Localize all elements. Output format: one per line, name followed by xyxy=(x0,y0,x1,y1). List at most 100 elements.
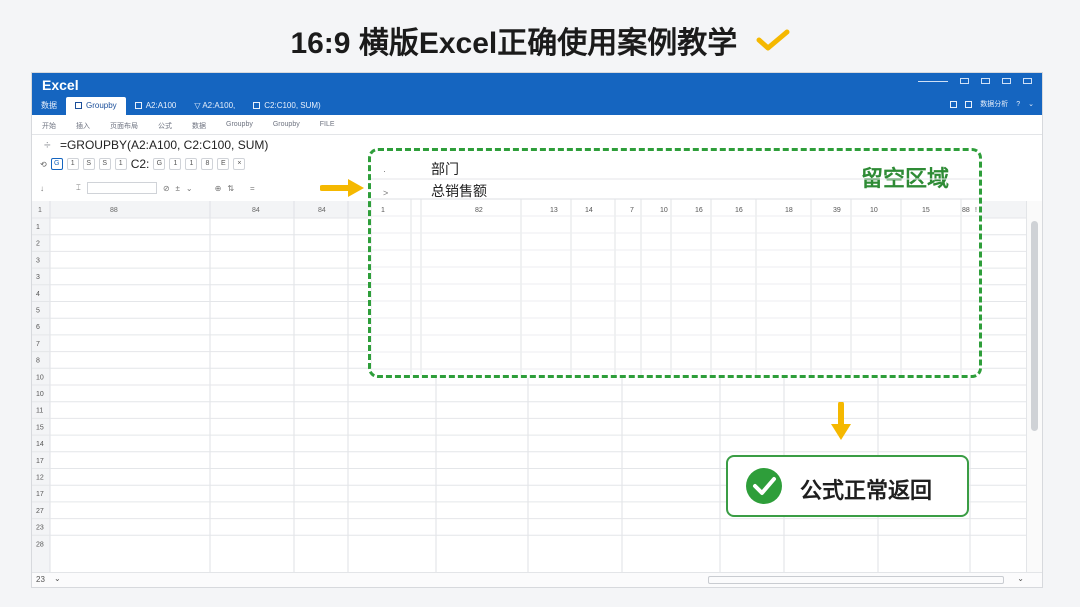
paint-icon[interactable]: ⊕ xyxy=(215,184,222,193)
tb-button[interactable]: S xyxy=(82,158,95,170)
column-header[interactable]: ! xyxy=(975,207,977,214)
arrow-down-icon[interactable]: ↓ xyxy=(40,184,44,193)
maximize-button[interactable] xyxy=(1002,78,1011,84)
column-header[interactable]: 84 xyxy=(318,207,326,214)
column-header[interactable]: 88 xyxy=(110,207,118,214)
tb-button[interactable]: 1 xyxy=(114,158,127,170)
column-header[interactable]: 1 xyxy=(381,207,385,214)
row-header[interactable]: 17 xyxy=(36,491,44,498)
tb-button-active[interactable]: G xyxy=(50,158,63,170)
tb-button[interactable]: 1 xyxy=(185,158,198,170)
formula-bar[interactable]: ÷ =GROUPBY(A2:A100, C2:C100, SUM) xyxy=(44,135,268,155)
row-header[interactable]: 10 xyxy=(36,374,44,381)
panel-icon[interactable] xyxy=(950,100,958,108)
title-bar: Excel 数据 Groupby A2:A100 ▽ A2:A100, C2:C… xyxy=(32,73,1042,115)
column-header[interactable]: 88 xyxy=(962,207,970,214)
chevron-down-icon[interactable]: ⌄ xyxy=(54,574,61,583)
column-header[interactable]: 15 xyxy=(922,207,930,214)
name-field[interactable] xyxy=(86,182,157,194)
row-header[interactable]: 3 xyxy=(36,274,40,281)
ribbon-groupby-1[interactable]: Groupby xyxy=(216,115,263,134)
tb-button[interactable]: E xyxy=(217,158,230,170)
row-header[interactable]: 5 xyxy=(36,308,40,315)
column-header[interactable]: 82 xyxy=(475,207,483,214)
minimize-button[interactable] xyxy=(960,78,969,84)
chevron-down-icon[interactable]: ⌄ xyxy=(1017,574,1024,583)
fx-icon: ÷ xyxy=(44,138,51,152)
sheet-number: 23 xyxy=(36,575,45,584)
align-icon[interactable]: ± xyxy=(176,184,180,193)
restore-button[interactable] xyxy=(981,78,990,84)
column-header[interactable]: 10 xyxy=(870,207,878,214)
row-header[interactable]: 15 xyxy=(36,424,44,431)
row-header[interactable]: 28 xyxy=(36,541,44,548)
column-header[interactable]: 18 xyxy=(785,207,793,214)
row-header[interactable]: 2 xyxy=(36,241,40,248)
row-header-bar xyxy=(32,201,50,572)
close-button[interactable] xyxy=(1023,78,1032,84)
column-header[interactable]: 14 xyxy=(585,207,593,214)
column-header[interactable]: 16 xyxy=(695,207,703,214)
settings-icon[interactable] xyxy=(965,100,973,108)
page-title-text: 16:9 横版Excel正确使用案例教学 xyxy=(290,27,738,60)
arrow-down-icon xyxy=(831,402,851,440)
column-header[interactable]: 84 xyxy=(252,207,260,214)
column-header[interactable]: 10 xyxy=(660,207,668,214)
row-header[interactable]: 14 xyxy=(36,441,44,448)
tab-bar: 数据 Groupby A2:A100 ▽ A2:A100, C2:C100, S… xyxy=(32,97,330,115)
help-icon[interactable]: ? xyxy=(1016,101,1020,108)
formula-text[interactable]: =GROUPBY(A2:A100, C2:C100, SUM) xyxy=(60,138,268,152)
ribbon-insert[interactable]: 插入 xyxy=(66,115,100,134)
ribbon-layout[interactable]: 页面布局 xyxy=(100,115,148,134)
equals-icon[interactable]: = xyxy=(250,184,255,193)
ribbon-file[interactable]: FILE xyxy=(310,115,345,134)
tab-groupby[interactable]: Groupby xyxy=(66,97,126,115)
cursor-icon[interactable]: ⌶ xyxy=(76,183,81,193)
tb-button[interactable]: G xyxy=(153,158,166,170)
tb-cellref[interactable]: C2: xyxy=(131,157,150,171)
column-header[interactable]: 16 xyxy=(735,207,743,214)
tb-button[interactable]: 8 xyxy=(201,158,214,170)
chevron-down-icon[interactable]: ⌄ xyxy=(186,184,193,193)
row-header[interactable]: 8 xyxy=(36,358,40,365)
ribbon-formula[interactable]: 公式 xyxy=(148,115,182,134)
column-header[interactable]: 39 xyxy=(833,207,841,214)
row-header[interactable]: 27 xyxy=(36,508,44,515)
column-header[interactable]: 1 xyxy=(38,207,42,214)
tab-sum[interactable]: C2:C100, SUM) xyxy=(244,97,329,115)
row-header[interactable]: 10 xyxy=(36,391,44,398)
row-header[interactable]: 3 xyxy=(36,257,40,264)
ribbon-data[interactable]: 数据 xyxy=(182,115,216,134)
vertical-scrollbar[interactable] xyxy=(1026,201,1042,572)
doc-icon xyxy=(253,102,261,109)
row-header[interactable]: 4 xyxy=(36,291,40,298)
tab-groupby-label: Groupby xyxy=(86,101,117,110)
row-header[interactable]: 6 xyxy=(36,324,40,331)
right-tools-label[interactable]: 数据分析 xyxy=(980,99,1008,109)
tab-data[interactable]: 数据 xyxy=(32,97,66,115)
tb-button[interactable]: S xyxy=(98,158,111,170)
empty-area-box: · 部门 > 总销售额 留空区域 1 82 13 14 7 10 16 16 18 39 10 15 88! xyxy=(368,148,982,378)
ribbon-groupby-2[interactable]: Groupby xyxy=(263,115,310,134)
tab-range-1[interactable]: A2:A100 xyxy=(126,97,186,115)
tab-range-2[interactable]: ▽ A2:A100, xyxy=(185,97,244,115)
horizontal-scrollbar[interactable] xyxy=(708,576,1004,584)
chevron-down-icon[interactable]: ⌄ xyxy=(1028,100,1034,108)
scroll-thumb[interactable] xyxy=(1031,221,1038,431)
column-header[interactable]: 13 xyxy=(550,207,558,214)
ribbon-home[interactable]: 开始 xyxy=(32,115,66,134)
link-icon[interactable]: ⊘ xyxy=(163,184,170,193)
tb-button[interactable]: 1 xyxy=(66,158,79,170)
undo-icon[interactable]: ⟲ xyxy=(40,160,47,169)
row-header[interactable]: 17 xyxy=(36,458,44,465)
column-header[interactable]: 7 xyxy=(630,207,634,214)
row-header[interactable]: 11 xyxy=(36,408,43,415)
sort-icon[interactable]: ⇅ xyxy=(227,184,234,193)
window-controls xyxy=(918,78,1032,84)
tb-button[interactable]: 1 xyxy=(169,158,182,170)
row-header[interactable]: 1 xyxy=(36,224,40,231)
row-header[interactable]: 12 xyxy=(36,475,44,482)
row-header[interactable]: 7 xyxy=(36,341,40,348)
row-header[interactable]: 23 xyxy=(36,525,44,532)
close-icon[interactable]: × xyxy=(233,158,246,170)
